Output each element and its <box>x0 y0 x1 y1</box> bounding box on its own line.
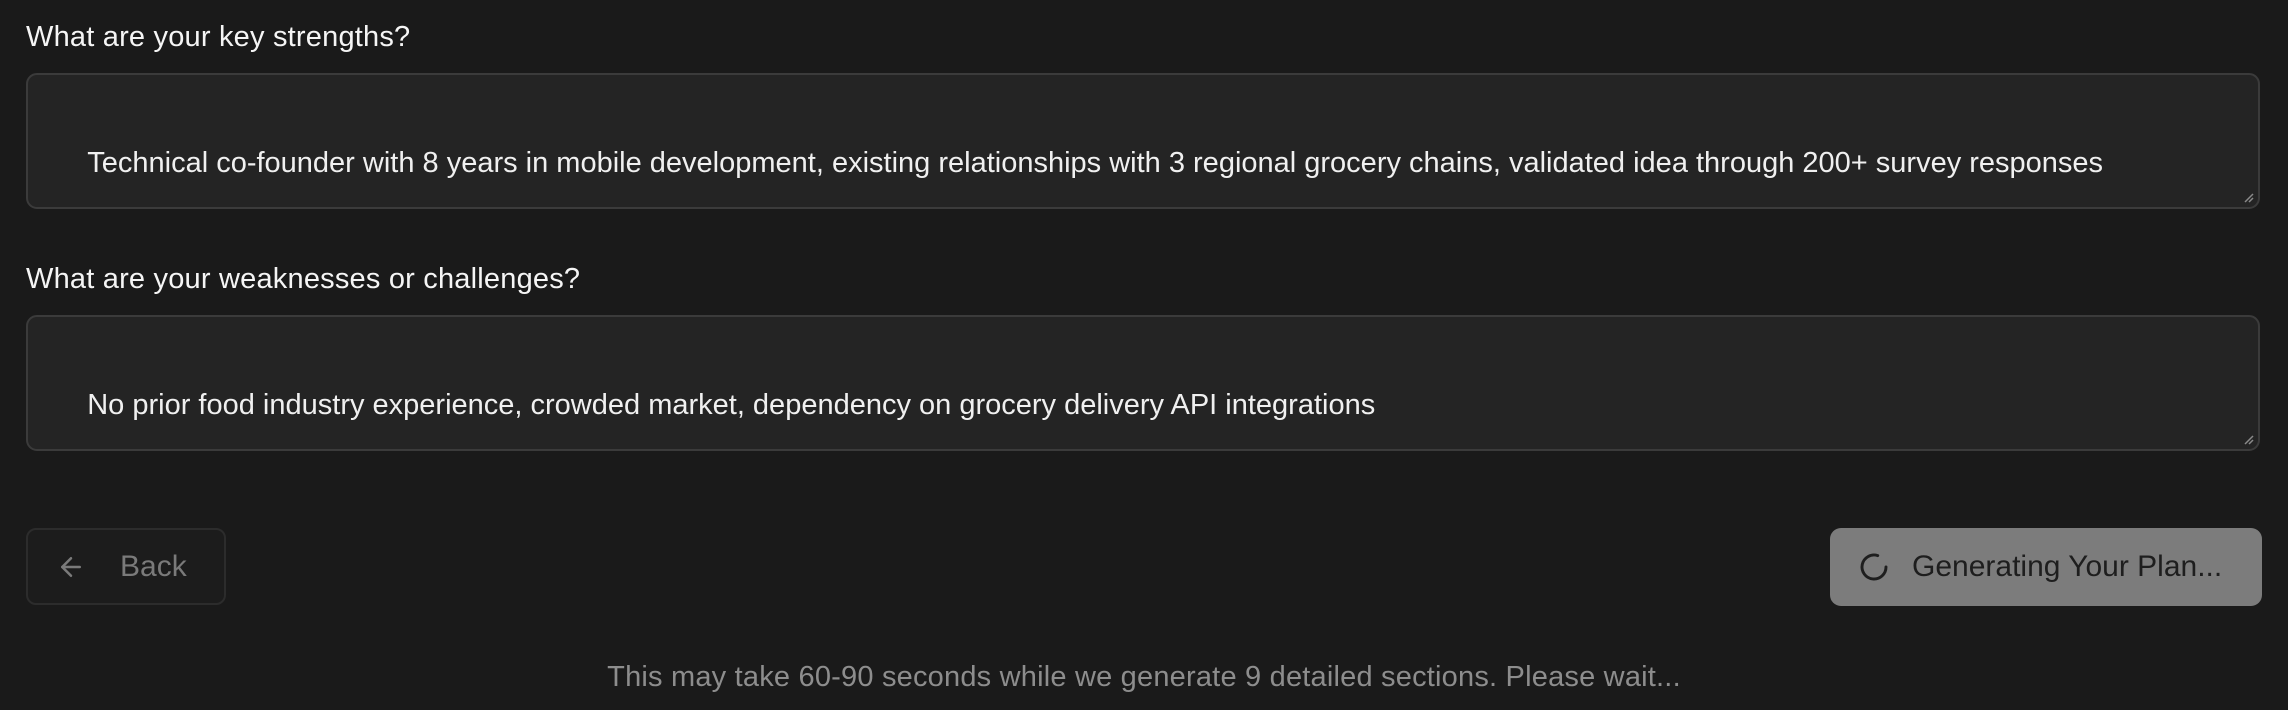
generate-plan-button-label: Generating Your Plan... <box>1912 550 2223 583</box>
arrow-left-icon <box>56 552 86 582</box>
weaknesses-label: What are your weaknesses or challenges? <box>26 263 581 295</box>
generate-plan-button[interactable]: Generating Your Plan... <box>1830 528 2262 606</box>
strengths-textarea-value: Technical co-founder with 8 years in mob… <box>87 147 2104 179</box>
loading-spinner-icon <box>1858 551 1890 583</box>
strengths-textarea[interactable]: Technical co-founder with 8 years in mob… <box>26 73 2260 209</box>
weaknesses-textarea[interactable]: No prior food industry experience, crowd… <box>26 315 2260 451</box>
back-button-label: Back <box>120 549 187 583</box>
business-plan-form-page: What are your key strengths? Technical c… <box>0 0 2288 710</box>
resize-handle-icon[interactable] <box>2242 433 2254 445</box>
strengths-label: What are your key strengths? <box>26 21 411 53</box>
resize-handle-icon[interactable] <box>2242 191 2254 203</box>
generation-wait-note: This may take 60-90 seconds while we gen… <box>607 661 1681 693</box>
weaknesses-textarea-value: No prior food industry experience, crowd… <box>87 389 1376 421</box>
back-button[interactable]: Back <box>26 528 226 605</box>
